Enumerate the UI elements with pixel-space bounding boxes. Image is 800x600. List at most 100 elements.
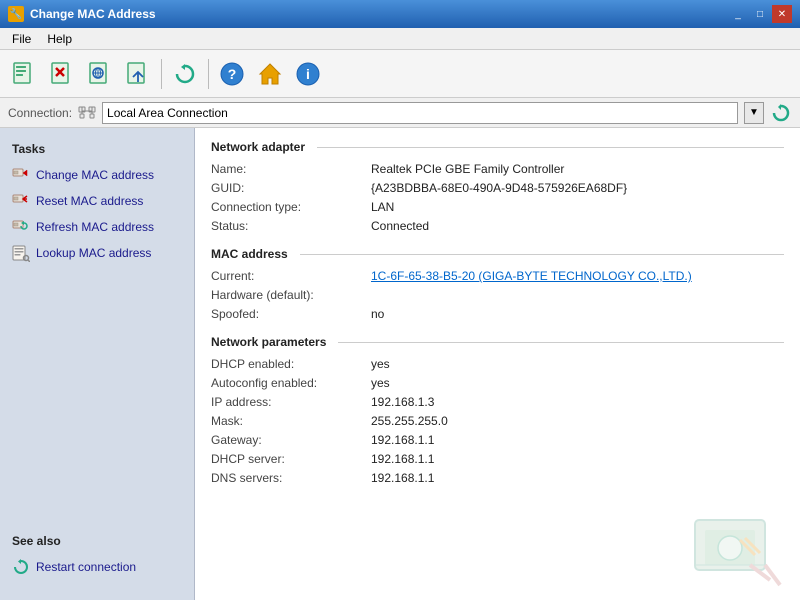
toolbar-remove-button[interactable] [44,56,80,92]
mac-current-value[interactable]: 1C-6F-65-38-B5-20 (GIGA-BYTE TECHNOLOGY … [371,269,784,283]
menubar: File Help [0,28,800,50]
sidebar-item-refresh-mac[interactable]: Refresh MAC address [0,214,194,240]
adapter-guid-label: GUID: [211,181,371,195]
param-autoconfig-label: Autoconfig enabled: [211,376,371,390]
param-dhcp-label: DHCP enabled: [211,357,371,371]
mac-current-row: Current: 1C-6F-65-38-B5-20 (GIGA-BYTE TE… [211,269,784,283]
sidebar-item-change-mac-label: Change MAC address [36,168,154,182]
param-autoconfig-row: Autoconfig enabled: yes [211,376,784,390]
param-dns-row: DNS servers: 192.168.1.1 [211,471,784,485]
connection-select[interactable]: Local Area Connection [102,102,738,124]
help-icon: ? [218,60,246,88]
sidebar-item-restart-connection[interactable]: Restart connection [0,554,194,580]
param-mask-value: 255.255.255.0 [371,414,784,428]
toolbar-info-button[interactable]: i [290,56,326,92]
param-gateway-row: Gateway: 192.168.1.1 [211,433,784,447]
menu-help[interactable]: Help [39,30,80,48]
sidebar-see-also-heading: See also [0,530,194,554]
toolbar-separator-1 [161,59,162,89]
change-mac-icon [12,166,30,184]
adapter-status-value: Connected [371,219,784,233]
sidebar-item-reset-mac[interactable]: Reset MAC address [0,188,194,214]
adapter-name-row: Name: Realtek PCIe GBE Family Controller [211,162,784,176]
main-layout: Tasks Change MAC address Reset MAC addre… [0,128,800,600]
param-ip-row: IP address: 192.168.1.3 [211,395,784,409]
sidebar-tasks-section: Tasks Change MAC address Reset MAC addre… [0,138,194,266]
sidebar-tasks-heading: Tasks [0,138,194,162]
adapter-guid-value: {A23BDBBA-68E0-490A-9D48-575926EA68DF} [371,181,784,195]
connbar-refresh-icon [771,103,791,123]
param-dhcpserver-label: DHCP server: [211,452,371,466]
mac-address-section-title: MAC address [211,247,784,261]
connection-bar: Connection: Local Area Connection ▼ [0,98,800,128]
sidebar: Tasks Change MAC address Reset MAC addre… [0,128,195,600]
toolbar-network-button[interactable] [82,56,118,92]
toolbar-help-button[interactable]: ? [214,56,250,92]
titlebar: 🔧 Change MAC Address _ □ ✕ [0,0,800,28]
minimize-button[interactable]: _ [728,5,748,23]
mac-spoofed-label: Spoofed: [211,307,371,321]
watermark [690,510,790,590]
reset-mac-icon [12,192,30,210]
connection-dropdown-button[interactable]: ▼ [744,102,764,124]
svg-text:i: i [306,66,310,82]
connection-net-icon [78,104,96,122]
network-params-table: DHCP enabled: yes Autoconfig enabled: ye… [211,357,784,485]
connection-refresh-button[interactable] [770,102,792,124]
sidebar-item-restart-label: Restart connection [36,560,136,574]
param-autoconfig-value: yes [371,376,784,390]
mac-hardware-row: Hardware (default): [211,288,784,302]
window-controls: _ □ ✕ [728,5,792,23]
maximize-button[interactable]: □ [750,5,770,23]
mac-address-table: Current: 1C-6F-65-38-B5-20 (GIGA-BYTE TE… [211,269,784,321]
param-gateway-value: 192.168.1.1 [371,433,784,447]
svg-text:?: ? [228,66,237,82]
sidebar-item-refresh-mac-label: Refresh MAC address [36,220,154,234]
sidebar-spacer [0,276,194,530]
info-icon: i [294,60,322,88]
toolbar: ? i [0,50,800,98]
refresh-mac-icon [12,218,30,236]
mac-hardware-value [371,288,784,302]
restart-icon [12,558,30,576]
export-icon [124,60,152,88]
close-button[interactable]: ✕ [772,5,792,23]
network-adapter-table: Name: Realtek PCIe GBE Family Controller… [211,162,784,233]
sidebar-item-change-mac[interactable]: Change MAC address [0,162,194,188]
sidebar-item-lookup-mac[interactable]: Lookup MAC address [0,240,194,266]
sidebar-item-lookup-mac-label: Lookup MAC address [36,246,151,260]
param-dhcp-row: DHCP enabled: yes [211,357,784,371]
menu-file[interactable]: File [4,30,39,48]
adapter-conntype-label: Connection type: [211,200,371,214]
remove-icon [48,60,76,88]
param-ip-label: IP address: [211,395,371,409]
adapter-status-label: Status: [211,219,371,233]
content-area: Network adapter Name: Realtek PCIe GBE F… [195,128,800,600]
toolbar-export-button[interactable] [120,56,156,92]
mac-hardware-label: Hardware (default): [211,288,371,302]
param-mask-label: Mask: [211,414,371,428]
network-params-section-title: Network parameters [211,335,784,349]
adapter-conntype-row: Connection type: LAN [211,200,784,214]
param-mask-row: Mask: 255.255.255.0 [211,414,784,428]
param-gateway-label: Gateway: [211,433,371,447]
watermark-image [690,510,790,590]
param-dhcpserver-value: 192.168.1.1 [371,452,784,466]
window-title: Change MAC Address [30,7,728,21]
mac-spoofed-row: Spoofed: no [211,307,784,321]
param-dns-value: 192.168.1.1 [371,471,784,485]
home-icon [256,60,284,88]
app-icon: 🔧 [8,6,24,22]
adapter-guid-row: GUID: {A23BDBBA-68E0-490A-9D48-575926EA6… [211,181,784,195]
param-dhcpserver-row: DHCP server: 192.168.1.1 [211,452,784,466]
toolbar-separator-2 [208,59,209,89]
adapter-name-label: Name: [211,162,371,176]
toolbar-home-button[interactable] [252,56,288,92]
toolbar-new-button[interactable] [6,56,42,92]
network-icon [86,60,114,88]
toolbar-refresh-button[interactable] [167,56,203,92]
adapter-status-row: Status: Connected [211,219,784,233]
adapter-conntype-value: LAN [371,200,784,214]
param-dhcp-value: yes [371,357,784,371]
refresh-icon [171,60,199,88]
